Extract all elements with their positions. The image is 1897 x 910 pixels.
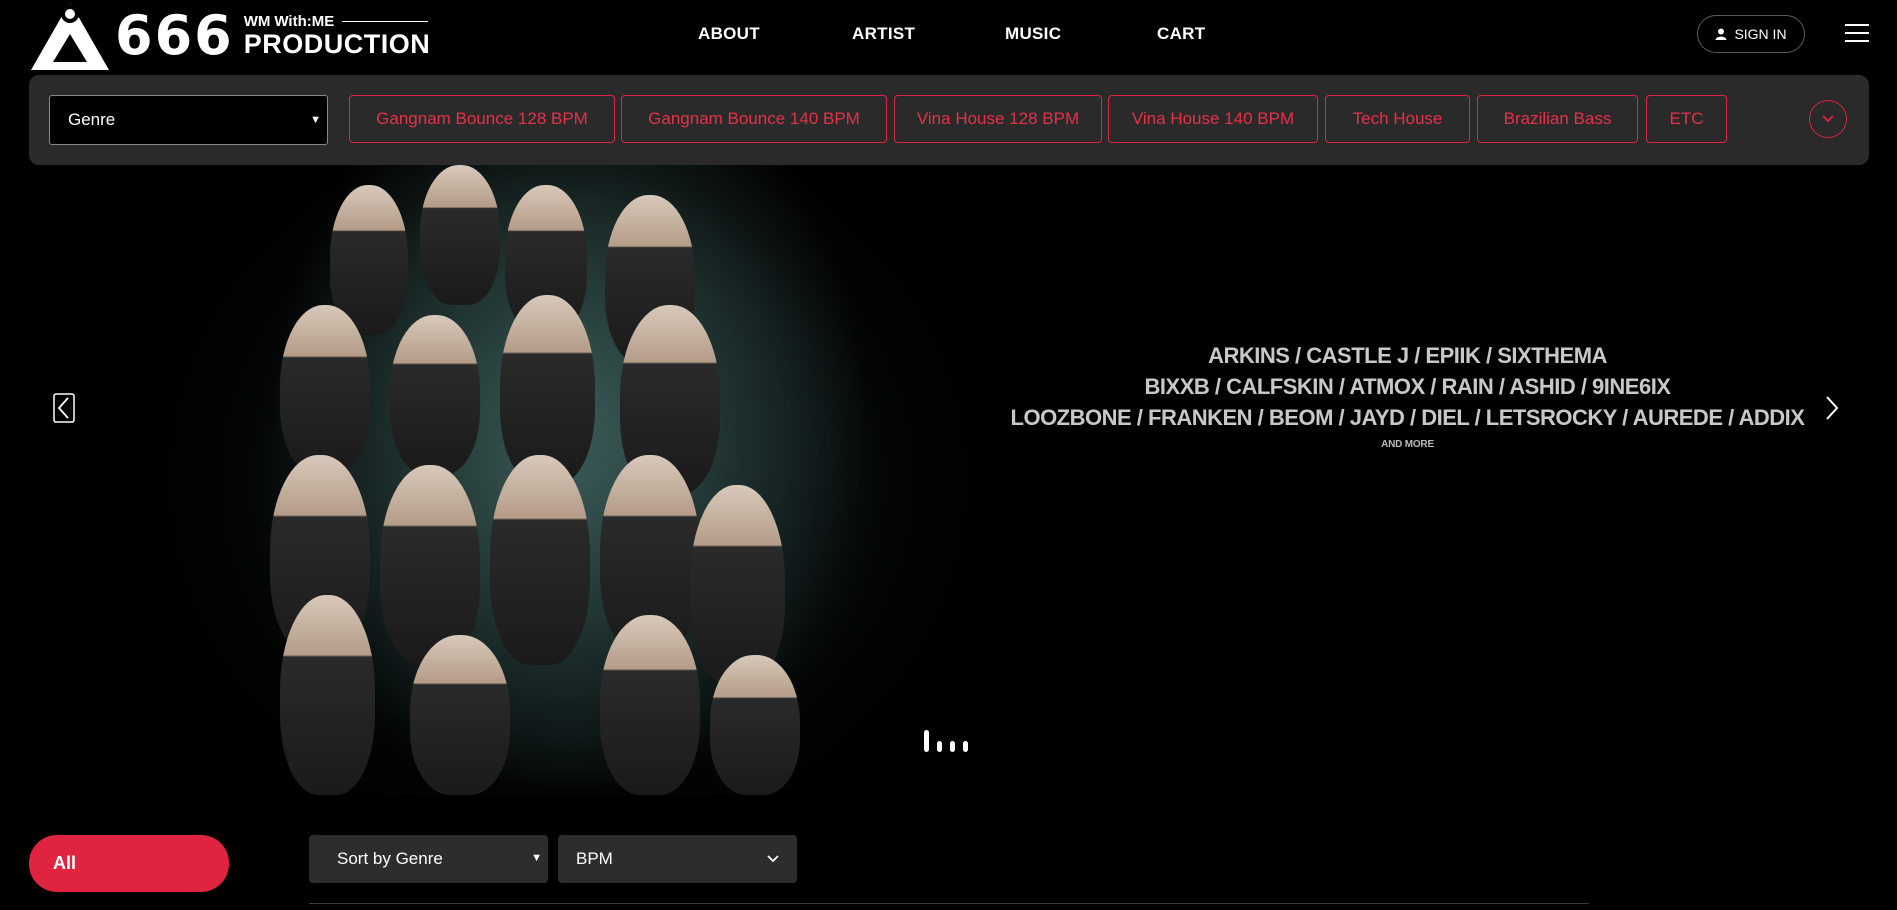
chevron-left-icon: [53, 393, 75, 423]
divider: [309, 903, 1589, 904]
wm-badge: WM: [243, 13, 271, 31]
chevron-down-icon: ▼: [531, 852, 542, 864]
chevron-down-icon: ▼: [310, 114, 321, 126]
genre-select[interactable]: Genre ▼: [49, 95, 328, 145]
expand-genres-button[interactable]: [1809, 100, 1847, 138]
genre-select-value: Genre: [68, 110, 116, 129]
user-icon: [1715, 28, 1727, 40]
logo-withme: WM With:ME: [244, 13, 431, 30]
genre-chip-gangnam-bounce-140[interactable]: Gangnam Bounce 140 BPM: [621, 95, 887, 143]
slide-dot-3[interactable]: [950, 741, 955, 752]
genre-chip-vina-house-140[interactable]: Vina House 140 BPM: [1108, 95, 1318, 143]
bpm-select-value: BPM: [576, 849, 613, 868]
next-slide-button[interactable]: [1822, 393, 1842, 428]
bpm-select[interactable]: BPM: [558, 835, 797, 883]
artist-line-1: ARKINS / CASTLE J / EPIIK / SIXTHEMA: [1208, 343, 1607, 368]
sign-in-button[interactable]: SIGN IN: [1697, 15, 1805, 53]
chevron-right-icon: [1826, 396, 1839, 420]
sign-in-label: SIGN IN: [1734, 26, 1787, 42]
slide-dot-1[interactable]: [924, 730, 929, 752]
genre-chip-etc[interactable]: ETC: [1646, 95, 1727, 143]
withme-label: With:ME: [274, 13, 335, 31]
site-logo[interactable]: 666 WM With:ME PRODUCTION: [29, 0, 430, 72]
logo-text: WM With:ME PRODUCTION: [244, 13, 431, 58]
genre-chip-vina-house-128[interactable]: Vina House 128 BPM: [894, 95, 1102, 143]
genre-chip-gangnam-bounce-128[interactable]: Gangnam Bounce 128 BPM: [349, 95, 615, 143]
all-button[interactable]: All: [29, 835, 229, 892]
slide-dot-2[interactable]: [937, 741, 942, 752]
hero-artist-list: ARKINS / CASTLE J / EPIIK / SIXTHEMA BIX…: [1000, 340, 1815, 450]
artist-line-3: LOOZBONE / FRANKEN / BEOM / JAYD / DIEL …: [1010, 405, 1805, 430]
genre-chip-tech-house[interactable]: Tech House: [1325, 95, 1470, 143]
sort-by-genre-select[interactable]: Sort by Genre ▼: [309, 835, 548, 883]
site-header: 666 WM With:ME PRODUCTION ABOUT ARTIST M…: [0, 0, 1897, 72]
chevron-down-icon: [1822, 115, 1834, 123]
hero-artist-photo: [150, 165, 985, 795]
chevron-down-icon: [767, 855, 779, 863]
nav-music[interactable]: MUSIC: [1005, 24, 1061, 44]
artist-line-2: BIXXB / CALFSKIN / ATMOX / RAIN / ASHID …: [1144, 374, 1671, 399]
logo-number: 666: [115, 4, 234, 67]
sort-select-value: Sort by Genre: [337, 849, 443, 868]
nav-cart[interactable]: CART: [1157, 24, 1205, 44]
genre-filter-bar: Genre ▼ Gangnam Bounce 128 BPM Gangnam B…: [29, 75, 1869, 165]
logo-production: PRODUCTION: [243, 29, 431, 60]
hamburger-menu-icon[interactable]: [1845, 24, 1869, 44]
slide-indicators: [924, 730, 968, 752]
nav-about[interactable]: ABOUT: [698, 24, 760, 44]
prev-slide-button[interactable]: [53, 393, 75, 428]
genre-chip-brazilian-bass[interactable]: Brazilian Bass: [1477, 95, 1638, 143]
hero-slider: ARKINS / CASTLE J / EPIIK / SIXTHEMA BIX…: [0, 165, 1897, 795]
slide-dot-4[interactable]: [963, 741, 968, 752]
and-more-label: AND MORE: [1381, 439, 1434, 450]
nav-artist[interactable]: ARTIST: [852, 24, 915, 44]
logo-triangle-icon: [31, 2, 109, 70]
logo-rule: [342, 21, 429, 23]
